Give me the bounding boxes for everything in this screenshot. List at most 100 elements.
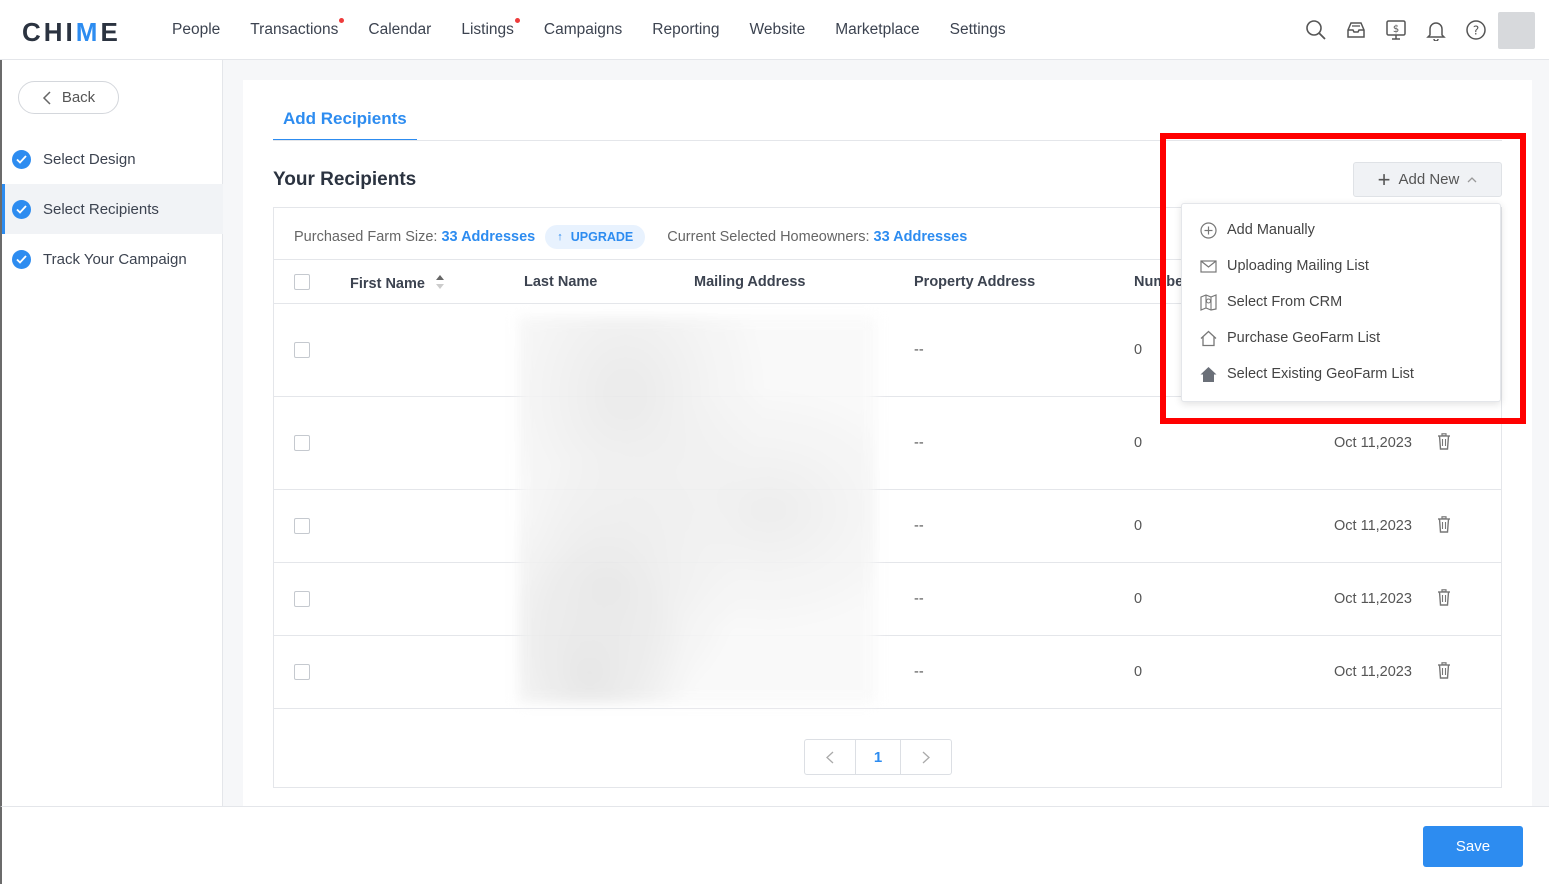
menu-item-add-manually[interactable]: Add Manually	[1182, 212, 1500, 248]
col-mailing-address: Mailing Address	[694, 274, 806, 290]
col-first-name[interactable]: First Name	[350, 274, 445, 292]
inbox-icon[interactable]	[1336, 10, 1376, 50]
step-label: Select Recipients	[43, 200, 159, 218]
summary-bar: Purchased Farm Size: 33 Addresses ↑ UPGR…	[294, 225, 967, 249]
top-navigation: CHIME People Transactions Calendar Listi…	[0, 0, 1549, 60]
chevron-up-icon	[1467, 177, 1477, 183]
selected-label: Current Selected Homeowners:	[667, 229, 870, 245]
step-track-campaign[interactable]: Track Your Campaign	[2, 234, 223, 284]
trash-icon[interactable]	[1437, 662, 1451, 679]
row-checkbox[interactable]	[294, 342, 310, 358]
row-checkbox[interactable]	[294, 435, 310, 451]
bell-icon[interactable]	[1416, 10, 1456, 50]
add-new-button[interactable]: + Add New	[1353, 162, 1502, 197]
menu-item-label: Uploading Mailing List	[1227, 258, 1369, 274]
nav-item-website[interactable]: Website	[750, 21, 806, 39]
date-cell: Oct 11,2023	[1334, 664, 1412, 680]
upgrade-button[interactable]: ↑ UPGRADE	[545, 225, 646, 249]
svg-text:?: ?	[1473, 24, 1479, 38]
nav-item-calendar[interactable]: Calendar	[368, 21, 431, 39]
nav-item-transactions[interactable]: Transactions	[250, 18, 345, 39]
save-button[interactable]: Save	[1423, 826, 1523, 867]
property-address-cell: --	[914, 664, 924, 680]
sort-icon[interactable]	[435, 274, 445, 290]
nav-item-reporting[interactable]: Reporting	[652, 21, 719, 39]
nav-item-people[interactable]: People	[172, 21, 220, 39]
table-row[interactable]: -- 0 Oct 11,2023	[274, 563, 1501, 636]
menu-item-purchase-geofarm[interactable]: Purchase GeoFarm List	[1182, 320, 1500, 356]
pagination: 1	[804, 739, 952, 775]
sidebar: Back Select Design Select Recipients Tra…	[0, 60, 223, 806]
col-property-address: Property Address	[914, 274, 1036, 290]
back-label: Back	[61, 89, 96, 106]
table-row[interactable]: -- 0 Oct 11,2023	[274, 636, 1501, 709]
arrow-up-icon: ↑	[557, 231, 563, 243]
number-cell: 0	[1134, 435, 1143, 451]
trash-icon[interactable]	[1437, 433, 1451, 450]
plus-circle-icon	[1200, 221, 1217, 239]
step-select-recipients[interactable]: Select Recipients	[2, 184, 223, 234]
chevron-left-icon	[826, 751, 834, 763]
number-cell: 0	[1134, 591, 1143, 607]
house-filled-icon	[1200, 366, 1217, 382]
menu-item-select-existing-geofarm[interactable]: Select Existing GeoFarm List	[1182, 356, 1500, 392]
chime-logo[interactable]: CHIME	[22, 17, 121, 48]
col-number: Numbe	[1134, 274, 1184, 290]
nav-item-campaigns[interactable]: Campaigns	[544, 21, 622, 39]
check-icon	[12, 199, 31, 219]
nav-icons: $ ?	[1296, 10, 1535, 50]
redacted-names-area	[518, 317, 876, 703]
date-cell: Oct 11,2023	[1334, 591, 1412, 607]
col-last-name: Last Name	[524, 274, 598, 290]
farm-size-value: 33 Addresses	[441, 229, 536, 245]
menu-item-select-from-crm[interactable]: Select From CRM	[1182, 284, 1500, 320]
add-new-dropdown: Add Manually Uploading Mailing List Sele…	[1181, 203, 1501, 402]
row-checkbox[interactable]	[294, 664, 310, 680]
upgrade-label: UPGRADE	[570, 230, 634, 244]
menu-item-label: Add Manually	[1227, 222, 1315, 238]
property-address-cell: --	[914, 591, 924, 607]
nav-item-settings[interactable]: Settings	[950, 21, 1006, 39]
tab-add-recipients[interactable]: Add Recipients	[273, 109, 417, 141]
prev-page-button[interactable]	[805, 740, 856, 774]
notification-dot	[339, 18, 345, 23]
search-icon[interactable]	[1296, 10, 1336, 50]
step-select-design[interactable]: Select Design	[2, 134, 223, 184]
notification-dot	[514, 18, 520, 23]
number-cell: 0	[1134, 518, 1143, 534]
property-address-cell: --	[914, 435, 924, 451]
table-row[interactable]: -- 0 Oct 11,2023	[274, 397, 1501, 490]
main-panel: Add Recipients Your Recipients + Add New…	[243, 80, 1532, 806]
date-cell: Oct 11,2023	[1334, 435, 1412, 451]
row-checkbox[interactable]	[294, 518, 310, 534]
check-icon	[12, 249, 31, 269]
farm-size-label: Purchased Farm Size:	[294, 229, 438, 245]
date-cell: Oct 11,2023	[1334, 518, 1412, 534]
table-row[interactable]: -- 0 Oct 11,2023	[274, 490, 1501, 563]
menu-item-upload-mailing-list[interactable]: Uploading Mailing List	[1182, 248, 1500, 284]
help-icon[interactable]: ?	[1456, 10, 1496, 50]
trash-icon[interactable]	[1437, 516, 1451, 533]
house-outline-icon	[1200, 330, 1217, 346]
nav-item-listings[interactable]: Listings	[461, 18, 520, 39]
row-checkbox[interactable]	[294, 591, 310, 607]
selected-value: 33 Addresses	[873, 229, 968, 245]
property-address-cell: --	[914, 342, 924, 358]
number-cell: 0	[1134, 342, 1143, 358]
section-title: Your Recipients	[273, 169, 417, 190]
footer-bar: Save	[0, 806, 1549, 884]
back-button[interactable]: Back	[18, 81, 119, 114]
add-new-label: Add New	[1398, 171, 1460, 188]
svg-text:$: $	[1393, 24, 1399, 35]
menu-item-label: Purchase GeoFarm List	[1227, 330, 1381, 346]
crm-map-icon	[1200, 293, 1217, 311]
next-page-button[interactable]	[901, 740, 951, 774]
avatar[interactable]	[1498, 11, 1535, 49]
dollar-screen-icon[interactable]: $	[1376, 10, 1416, 50]
property-address-cell: --	[914, 518, 924, 534]
trash-icon[interactable]	[1437, 589, 1451, 606]
nav-item-marketplace[interactable]: Marketplace	[835, 21, 919, 39]
page-number-button[interactable]: 1	[856, 740, 901, 774]
plus-icon: +	[1377, 166, 1391, 192]
select-all-checkbox[interactable]	[294, 274, 310, 290]
